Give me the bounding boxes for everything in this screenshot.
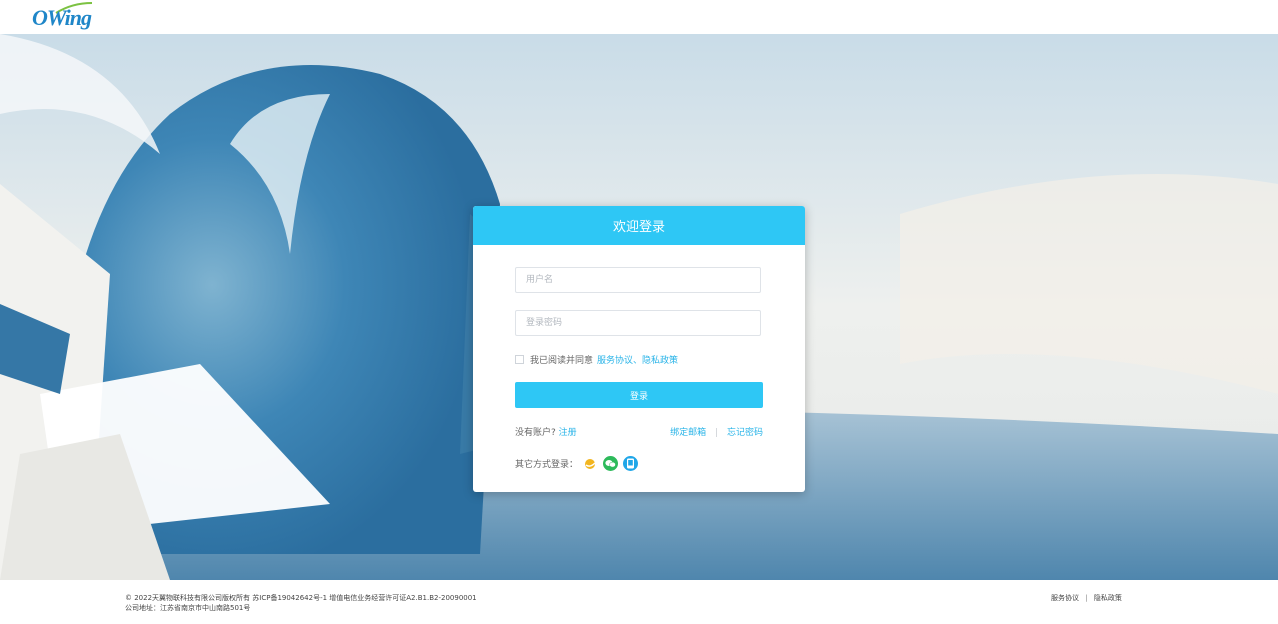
brand-logo[interactable]: OWing: [32, 2, 94, 31]
bind-email-link[interactable]: 绑定邮箱: [670, 428, 706, 438]
service-agreement-link[interactable]: 服务协议、: [597, 353, 642, 366]
account-links-row: 没有账户? 注册 绑定邮箱 | 忘记密码: [515, 425, 763, 438]
qq-icon[interactable]: [583, 456, 598, 471]
phone-icon[interactable]: [623, 455, 639, 471]
footer-info: © 2022天翼物联科技有限公司版权所有 苏ICP备19042642号-1 增值…: [125, 593, 477, 613]
copyright-text: © 2022天翼物联科技有限公司版权所有 苏ICP备19042642号-1 增值…: [125, 594, 477, 602]
other-methods-label: 其它方式登录：: [515, 459, 579, 470]
footer-service-link[interactable]: 服务协议: [1051, 594, 1079, 602]
login-card: 欢迎登录 我已阅读并同意 服务协议、 隐私政策 登录 没有账户? 注册 绑定邮箱…: [473, 206, 805, 492]
footer-privacy-link[interactable]: 隐私政策: [1094, 594, 1122, 602]
links-separator: |: [715, 428, 719, 438]
no-account-text: 没有账户?: [515, 428, 556, 438]
footer-separator: |: [1085, 594, 1088, 602]
address-text: 公司地址：江苏省南京市中山南路501号: [125, 604, 251, 612]
agree-checkbox[interactable]: [515, 354, 524, 364]
footer-links: 服务协议 | 隐私政策: [1051, 593, 1122, 603]
login-title: 欢迎登录: [473, 206, 805, 245]
other-login-methods: 其它方式登录：: [515, 455, 639, 471]
logo-text: OWing: [32, 5, 92, 30]
register-link[interactable]: 注册: [559, 428, 577, 438]
wechat-icon[interactable]: [603, 455, 619, 471]
agree-text: 我已阅读并同意: [530, 355, 594, 366]
page-footer: © 2022天翼物联科技有限公司版权所有 苏ICP备19042642号-1 增值…: [0, 580, 1278, 624]
privacy-policy-link[interactable]: 隐私政策: [642, 353, 678, 366]
forgot-password-link[interactable]: 忘记密码: [727, 428, 763, 438]
login-button[interactable]: 登录: [515, 382, 763, 408]
username-input[interactable]: [515, 267, 761, 293]
top-header: OWing: [0, 0, 1278, 34]
password-input[interactable]: [515, 310, 761, 336]
agreement-row: 我已阅读并同意 服务协议、 隐私政策: [515, 353, 678, 366]
